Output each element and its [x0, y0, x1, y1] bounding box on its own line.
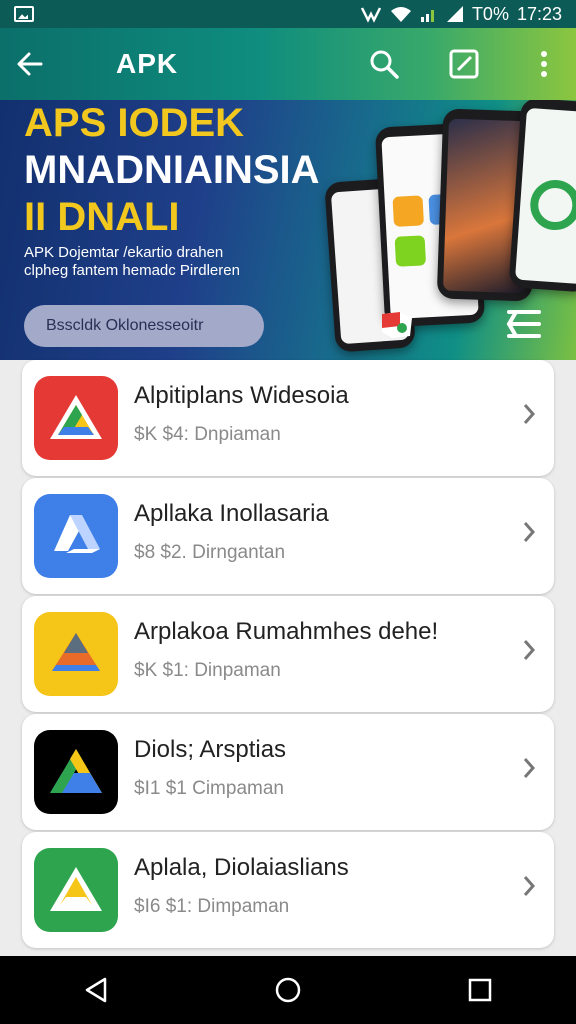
banner-headline-1: APS IODEK	[24, 101, 245, 145]
black-drive-icon	[34, 730, 118, 814]
nav-home-icon	[275, 977, 301, 1003]
search-icon	[370, 50, 399, 79]
green-drive-icon	[34, 848, 118, 932]
app-meta: $K $1: Dinpaman	[134, 660, 281, 681]
flag-icon	[382, 312, 412, 338]
yellow-drive-icon	[34, 612, 118, 696]
signal-icon	[420, 10, 434, 22]
overflow-menu-button[interactable]	[512, 28, 576, 100]
banner-subtitle: APK Dojemtar /ekartio drahen clpheg fant…	[24, 244, 324, 280]
app-name: Diols; Arsptias	[134, 736, 287, 763]
app-list: Alpitiplans Widesoia $K $4: Dnpiaman Apl…	[22, 360, 554, 950]
app-meta: $8 $2. Dirngantan	[134, 542, 286, 563]
system-nav-bar	[0, 956, 576, 1024]
share-icon	[449, 49, 479, 79]
more-vert-icon	[541, 51, 547, 77]
app-card-2[interactable]: Apllaka Inollasaria $8 $2. Dirngantan	[22, 478, 554, 594]
app-name: Aplala, Diolaiaslians	[134, 854, 349, 881]
gallery-notification-icon	[14, 6, 34, 22]
search-button[interactable]	[352, 28, 416, 100]
app-name: Alpitiplans Widesoia	[134, 382, 349, 409]
share-button[interactable]	[416, 28, 512, 100]
phone-illustration-4	[508, 100, 576, 293]
red-drive-icon	[34, 376, 118, 460]
chevron-right-icon	[522, 874, 536, 903]
nav-back-icon	[85, 977, 107, 1003]
app-meta: $K $4: Dnpiaman	[134, 424, 281, 445]
vibrate-icon	[360, 7, 382, 23]
banner-headline-2: MNADNIAINSIA	[24, 148, 320, 192]
cell-signal-icon	[446, 6, 463, 22]
language-flag-button[interactable]	[380, 310, 414, 345]
app-meta: $I6 $1: Dimpaman	[134, 896, 290, 917]
back-button[interactable]	[0, 28, 60, 100]
nav-recents-icon	[468, 978, 492, 1002]
chevron-right-icon	[522, 402, 536, 431]
blue-drive-icon	[34, 494, 118, 578]
chevron-right-icon	[522, 756, 536, 785]
clock: 17:23	[516, 3, 562, 24]
banner-headline-3: II DNALI	[24, 195, 180, 239]
app-bar-title: APK	[116, 48, 179, 79]
nav-recents-button[interactable]	[440, 956, 520, 1024]
app-card-3[interactable]: Arplakoa Rumahmhes dehe! $K $1: Dinpaman	[22, 596, 554, 712]
banner-subtitle-line-2: clpheg fantem hemadc Pirdleren	[24, 262, 240, 279]
banner-search-pill[interactable]: Bsscldk Oklonesseoitr	[24, 305, 264, 347]
promo-banner[interactable]: APS IODEK MNADNIAINSIA II DNALI APK Doje…	[0, 100, 576, 360]
banner-subtitle-line-1: APK Dojemtar /ekartio drahen	[24, 244, 224, 261]
app-card-5[interactable]: Aplala, Diolaiaslians $I6 $1: Dimpaman	[22, 832, 554, 948]
wifi-icon	[390, 7, 411, 22]
status-bar: T0% 17:23	[0, 0, 576, 28]
chevron-right-icon	[522, 520, 536, 549]
nav-home-button[interactable]	[248, 956, 328, 1024]
app-card-4[interactable]: Diols; Arsptias $I1 $1 Cimpaman	[22, 714, 554, 830]
menu-icon	[506, 310, 541, 338]
app-name: Arplakoa Rumahmhes dehe!	[134, 618, 439, 645]
battery-label: T0%	[471, 3, 509, 24]
arrow-back-icon	[17, 52, 43, 76]
app-meta: $I1 $1 Cimpaman	[134, 778, 284, 799]
chevron-right-icon	[522, 638, 536, 667]
banner-menu-button[interactable]	[506, 308, 542, 345]
app-name: Apllaka Inollasaria	[134, 500, 329, 527]
app-bar: APK	[0, 28, 576, 100]
nav-back-button[interactable]	[56, 956, 136, 1024]
app-card-1[interactable]: Alpitiplans Widesoia $K $4: Dnpiaman	[22, 360, 554, 476]
